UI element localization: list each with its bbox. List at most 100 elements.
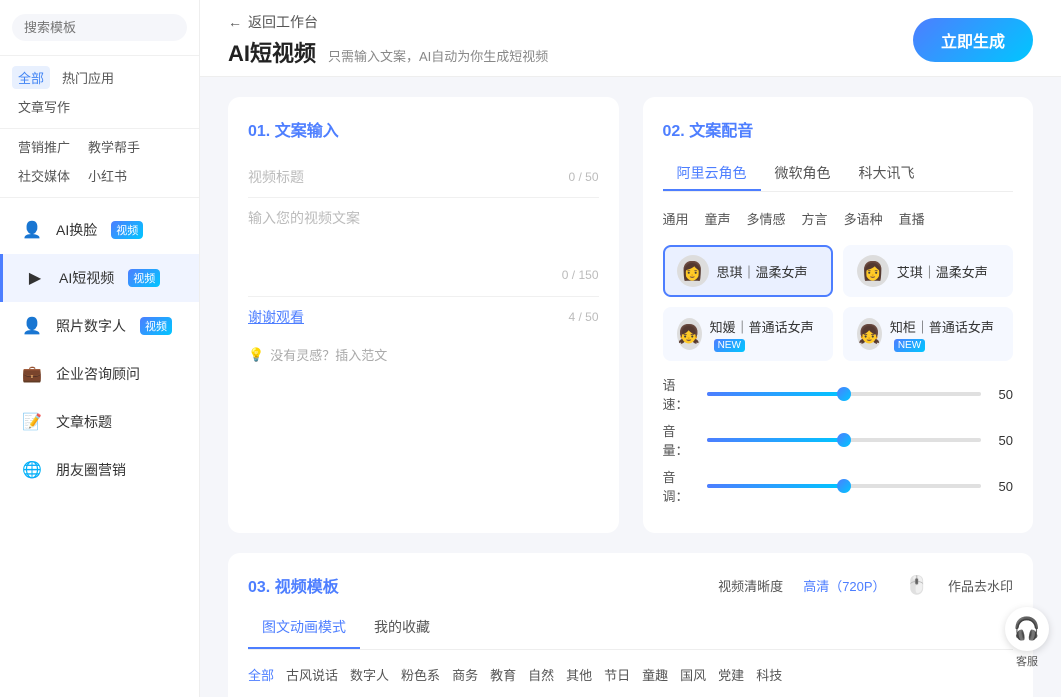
hint-row[interactable]: 💡 没有灵感？插入范文 <box>248 345 599 364</box>
title-placeholder[interactable]: 视频标题 <box>248 167 304 187</box>
filter-tag-通用[interactable]: 通用 <box>663 206 689 231</box>
category-tag-童趣[interactable]: 童趣 <box>642 662 668 687</box>
nav-sub-tags: 营销推广教学帮手社交媒体小红书 <box>0 129 199 198</box>
sidebar-item-badge: 视频 <box>140 317 172 335</box>
voice-card-艾琪[interactable]: 👩艾琪｜温柔女声 <box>843 245 1013 297</box>
filter-tag-童声[interactable]: 童声 <box>705 206 731 231</box>
sidebar-item-文章标题[interactable]: 📝文章标题 <box>0 398 199 446</box>
back-link[interactable]: ← 返回工作台 <box>228 12 548 32</box>
voice-avatar: 👩 <box>857 255 889 287</box>
sidebar-item-label: AI短视频 <box>59 268 114 288</box>
category-tag-自然[interactable]: 自然 <box>528 662 554 687</box>
sub-tag-社交媒体[interactable]: 社交媒体 <box>12 164 76 187</box>
category-tag-科技[interactable]: 科技 <box>756 662 782 687</box>
sub-tag-营销推广[interactable]: 营销推广 <box>12 135 76 158</box>
voice-tab-微软角色[interactable]: 微软角色 <box>761 157 845 191</box>
slider-row-1: 音量：50 <box>663 421 1014 459</box>
lightbulb-icon: 💡 <box>248 347 264 363</box>
voice-info: 知柜｜普通话女声NEW <box>890 317 999 351</box>
section-01-copywriting: 01. 文案输入 视频标题 0 / 50 输入您的视频文案 0 / 150 谢谢… <box>228 97 619 533</box>
service-button[interactable]: 🎧 客服 <box>1005 607 1049 669</box>
category-tag-全部[interactable]: 全部 <box>248 662 274 687</box>
sidebar-item-icon: 👤 <box>18 216 46 244</box>
category-tag-古风说话[interactable]: 古风说话 <box>286 662 338 687</box>
filter-tag-多语种[interactable]: 多语种 <box>844 206 883 231</box>
section-03-prefix: 03. <box>248 579 270 596</box>
hint-text[interactable]: 没有灵感？插入范文 <box>270 345 387 364</box>
sidebar-item-label: 照片数字人 <box>56 316 126 336</box>
slider-label: 音量： <box>663 421 699 459</box>
sub-tag-小红书[interactable]: 小红书 <box>82 164 133 187</box>
slider-fill <box>707 438 844 442</box>
sidebar-item-朋友圈营销[interactable]: 🌐朋友圈营销 <box>0 446 199 494</box>
voice-tab-阿里云角色[interactable]: 阿里云角色 <box>663 157 761 191</box>
voice-card-知柜[interactable]: 👧知柜｜普通话女声NEW <box>843 307 1013 361</box>
section-02-text: 文案配音 <box>689 123 753 140</box>
video-tab-我的收藏[interactable]: 我的收藏 <box>360 611 444 649</box>
video-tab-图文动画模式[interactable]: 图文动画模式 <box>248 611 360 649</box>
search-input[interactable] <box>12 14 187 41</box>
voice-avatar: 👧 <box>857 318 882 350</box>
generate-button[interactable]: 立即生成 <box>913 18 1033 62</box>
voice-card-思琪[interactable]: 👩思琪｜温柔女声 <box>663 245 833 297</box>
sidebar-item-AI换脸[interactable]: 👤 AI换脸视频 <box>0 206 199 254</box>
category-tag-粉色系[interactable]: 粉色系 <box>401 662 440 687</box>
slider-track[interactable] <box>707 484 982 488</box>
sidebar-item-icon: 📝 <box>18 408 46 436</box>
section-03-title: 03. 视频模板 <box>248 573 339 597</box>
sliders: 语速：50音量：50音调：50 <box>663 375 1014 505</box>
sidebar-item-icon: 💼 <box>18 360 46 388</box>
slider-thumb[interactable] <box>837 479 851 493</box>
sidebar-items: 👤AI换脸视频▶AI短视频视频👤照片数字人视频💼企业咨询顾问📝文章标题🌐朋友圈营… <box>0 198 199 697</box>
category-tag-节日[interactable]: 节日 <box>604 662 630 687</box>
voice-tab-科大讯飞[interactable]: 科大讯飞 <box>845 157 929 191</box>
slider-track[interactable] <box>707 392 982 396</box>
category-tag-国风[interactable]: 国风 <box>680 662 706 687</box>
section-03-right: 视频清晰度 高清（720P） 🖱️ 作品去水印 <box>718 575 1013 596</box>
slider-track[interactable] <box>707 438 982 442</box>
slider-label: 音调： <box>663 467 699 505</box>
nav-tag-文章写作[interactable]: 文章写作 <box>12 95 76 118</box>
filter-tag-多情感[interactable]: 多情感 <box>747 206 786 231</box>
quality-value[interactable]: 高清（720P） <box>803 576 885 595</box>
slider-thumb[interactable] <box>837 433 851 447</box>
section-02-dubbing: 02. 文案配音 阿里云角色微软角色科大讯飞 通用童声多情感方言多语种直播 👩思… <box>643 97 1034 533</box>
voice-name: 知媛｜普通话女声NEW <box>710 317 819 351</box>
title-count: 0 / 50 <box>568 170 598 184</box>
sidebar-item-label: AI换脸 <box>56 220 97 240</box>
desc-value[interactable]: 谢谢观看 <box>248 307 304 327</box>
slider-thumb[interactable] <box>837 387 851 401</box>
slider-value: 50 <box>989 479 1013 494</box>
slider-value: 50 <box>989 387 1013 402</box>
filter-tag-直播[interactable]: 直播 <box>899 206 925 231</box>
sidebar-item-badge: 视频 <box>111 221 143 239</box>
voice-card-知媛[interactable]: 👧知媛｜普通话女声NEW <box>663 307 833 361</box>
nav-tag-热门应用[interactable]: 热门应用 <box>56 66 120 89</box>
back-arrow-icon: ← <box>228 14 242 30</box>
sidebar-item-企业咨询顾问[interactable]: 💼 企业咨询顾问 <box>0 350 199 398</box>
slider-row-2: 音调： 50 <box>663 467 1014 505</box>
content-placeholder[interactable]: 输入您的视频文案 <box>248 208 599 268</box>
page-subtitle: 只需输入文案，AI自动为你生成短视频 <box>328 46 548 65</box>
content-field: 输入您的视频文案 0 / 150 <box>248 198 599 292</box>
category-tag-商务[interactable]: 商务 <box>452 662 478 687</box>
video-tabs: 图文动画模式我的收藏 <box>248 611 1013 650</box>
category-tag-数字人[interactable]: 数字人 <box>350 662 389 687</box>
sidebar-item-label: 企业咨询顾问 <box>56 364 140 384</box>
category-tag-其他[interactable]: 其他 <box>566 662 592 687</box>
section-03-text: 视频模板 <box>275 579 339 596</box>
new-badge: NEW <box>714 339 745 352</box>
filter-tags: 通用童声多情感方言多语种直播 <box>663 206 1014 231</box>
sidebar-item-AI短视频[interactable]: ▶AI短视频视频 <box>0 254 199 302</box>
section-01-title: 01. 文案输入 <box>248 117 599 141</box>
sub-tag-教学帮手[interactable]: 教学帮手 <box>82 135 146 158</box>
nav-tag-全部[interactable]: 全部 <box>12 66 50 89</box>
category-tag-教育[interactable]: 教育 <box>490 662 516 687</box>
watermark-label[interactable]: 作品去水印 <box>948 576 1013 595</box>
desc-count: 4 / 50 <box>568 310 598 324</box>
filter-tag-方言[interactable]: 方言 <box>802 206 828 231</box>
sidebar-item-照片数字人[interactable]: 👤照片数字人视频 <box>0 302 199 350</box>
title-field: 视频标题 0 / 50 <box>248 157 599 198</box>
voice-avatar: 👧 <box>677 318 702 350</box>
category-tag-党建[interactable]: 党建 <box>718 662 744 687</box>
